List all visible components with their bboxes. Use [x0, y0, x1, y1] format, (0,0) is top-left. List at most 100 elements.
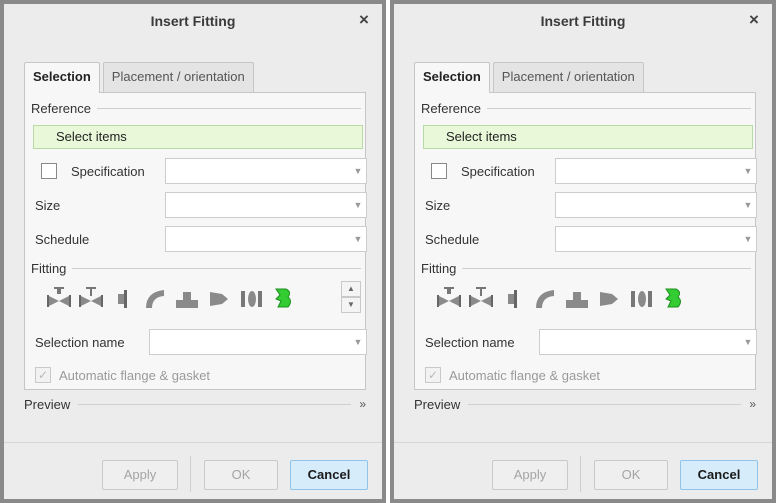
fitting-icon-bar	[43, 285, 299, 311]
specification-dropdown[interactable]: ▼	[165, 158, 367, 184]
size-dropdown[interactable]: ▼	[165, 192, 367, 218]
reference-label: Reference	[31, 101, 91, 116]
fitting-group: Fitting	[421, 261, 751, 276]
insert-fitting-dialog-left: Insert Fitting × Selection Placement / o…	[0, 0, 386, 503]
reducer-icon[interactable]	[593, 285, 625, 311]
preview-section[interactable]: Preview »	[414, 394, 756, 414]
chevron-down-icon: ▼	[353, 166, 363, 176]
double-chevron-down-icon[interactable]: »	[749, 397, 756, 411]
auto-flange-option: ✓ Automatic flange & gasket	[35, 367, 210, 383]
chevron-down-icon: ▼	[353, 234, 363, 244]
fitting-label: Fitting	[31, 261, 67, 276]
reference-label: Reference	[421, 101, 481, 116]
reducer-icon[interactable]	[203, 285, 235, 311]
preview-section[interactable]: Preview »	[24, 394, 366, 414]
scroll-down-icon[interactable]: ▼	[341, 297, 361, 313]
dialog-title: Insert Fitting	[540, 13, 626, 29]
selection-panel: Reference Select items Specification ▼ S…	[24, 92, 367, 390]
preview-label: Preview	[24, 396, 71, 412]
auto-flange-label: Automatic flange & gasket	[449, 367, 601, 383]
auto-flange-checkbox[interactable]: ✓	[35, 367, 51, 383]
schedule-dropdown[interactable]: ▼	[165, 226, 367, 252]
tab-selection[interactable]: Selection	[414, 62, 490, 93]
double-chevron-down-icon[interactable]: »	[359, 397, 366, 411]
fitting-group: Fitting	[31, 261, 361, 276]
valve-icon[interactable]	[43, 285, 75, 311]
coupling-icon[interactable]	[235, 285, 267, 311]
divider	[96, 108, 361, 109]
specification-dropdown[interactable]: ▼	[555, 158, 757, 184]
cancel-button[interactable]: Cancel	[680, 460, 758, 490]
button-separator	[190, 456, 191, 492]
elbow-icon[interactable]	[139, 285, 171, 311]
coupling-icon[interactable]	[625, 285, 657, 311]
divider	[72, 268, 361, 269]
tab-bar: Selection Placement / orientation	[24, 62, 257, 93]
selection-name-dropdown[interactable]: ▼	[539, 329, 757, 355]
tab-bar: Selection Placement / orientation	[414, 62, 647, 93]
chevron-down-icon: ▼	[743, 166, 753, 176]
schedule-label: Schedule	[35, 232, 90, 247]
elbow-icon[interactable]	[529, 285, 561, 311]
specification-checkbox[interactable]	[431, 163, 447, 179]
selection-panel: Reference Select items Specification ▼ S…	[414, 92, 757, 390]
selection-name-dropdown[interactable]: ▼	[149, 329, 367, 355]
auto-flange-label: Automatic flange & gasket	[59, 367, 211, 383]
flange-icon[interactable]	[497, 285, 529, 311]
chevron-down-icon: ▼	[353, 200, 363, 210]
button-separator	[580, 456, 581, 492]
fitting-scroll-spinner[interactable]: ▲ ▼	[341, 281, 361, 315]
size-dropdown[interactable]: ▼	[555, 192, 757, 218]
tee-icon[interactable]	[561, 285, 593, 311]
title-bar: Insert Fitting ×	[4, 4, 382, 38]
chevron-down-icon: ▼	[743, 337, 753, 347]
chevron-down-icon: ▼	[743, 234, 753, 244]
footer-divider	[394, 442, 772, 443]
specification-checkbox[interactable]	[41, 163, 57, 179]
gate-valve-icon[interactable]	[465, 285, 497, 311]
divider	[486, 108, 751, 109]
auto-flange-checkbox[interactable]: ✓	[425, 367, 441, 383]
size-label: Size	[35, 198, 61, 213]
size-label: Size	[425, 198, 451, 213]
selection-name-label: Selection name	[35, 335, 125, 350]
flange-icon[interactable]	[107, 285, 139, 311]
gate-valve-icon[interactable]	[75, 285, 107, 311]
schedule-label: Schedule	[425, 232, 480, 247]
reference-group: Reference	[421, 101, 751, 116]
scroll-up-icon[interactable]: ▲	[341, 281, 361, 297]
schedule-dropdown[interactable]: ▼	[555, 226, 757, 252]
title-bar: Insert Fitting ×	[394, 4, 772, 38]
specification-label: Specification	[461, 164, 535, 179]
close-icon[interactable]: ×	[354, 10, 374, 30]
tab-selection[interactable]: Selection	[24, 62, 100, 93]
chevron-down-icon: ▼	[353, 337, 363, 347]
apply-button[interactable]: Apply	[492, 460, 568, 490]
tee-icon[interactable]	[171, 285, 203, 311]
reference-group: Reference	[31, 101, 361, 116]
chevron-down-icon: ▼	[743, 200, 753, 210]
auto-flange-option: ✓ Automatic flange & gasket	[425, 367, 600, 383]
fitting-label: Fitting	[421, 261, 457, 276]
ok-button[interactable]: OK	[594, 460, 668, 490]
footer-divider	[4, 442, 382, 443]
specification-label: Specification	[71, 164, 145, 179]
custom-fitting-icon[interactable]	[657, 285, 689, 311]
reference-collector[interactable]: Select items	[33, 125, 363, 149]
tab-placement-orientation[interactable]: Placement / orientation	[492, 62, 644, 92]
valve-icon[interactable]	[433, 285, 465, 311]
close-icon[interactable]: ×	[744, 10, 764, 30]
apply-button[interactable]: Apply	[102, 460, 178, 490]
divider	[468, 403, 742, 405]
custom-fitting-icon[interactable]	[267, 285, 299, 311]
dialog-title: Insert Fitting	[150, 13, 236, 29]
fitting-icon-bar	[433, 285, 689, 311]
cancel-button[interactable]: Cancel	[290, 460, 368, 490]
tab-placement-orientation[interactable]: Placement / orientation	[102, 62, 254, 92]
reference-collector[interactable]: Select items	[423, 125, 753, 149]
insert-fitting-dialog-right: Insert Fitting × Selection Placement / o…	[390, 0, 776, 503]
selection-name-label: Selection name	[425, 335, 515, 350]
divider	[78, 403, 352, 405]
ok-button[interactable]: OK	[204, 460, 278, 490]
preview-label: Preview	[414, 396, 461, 412]
